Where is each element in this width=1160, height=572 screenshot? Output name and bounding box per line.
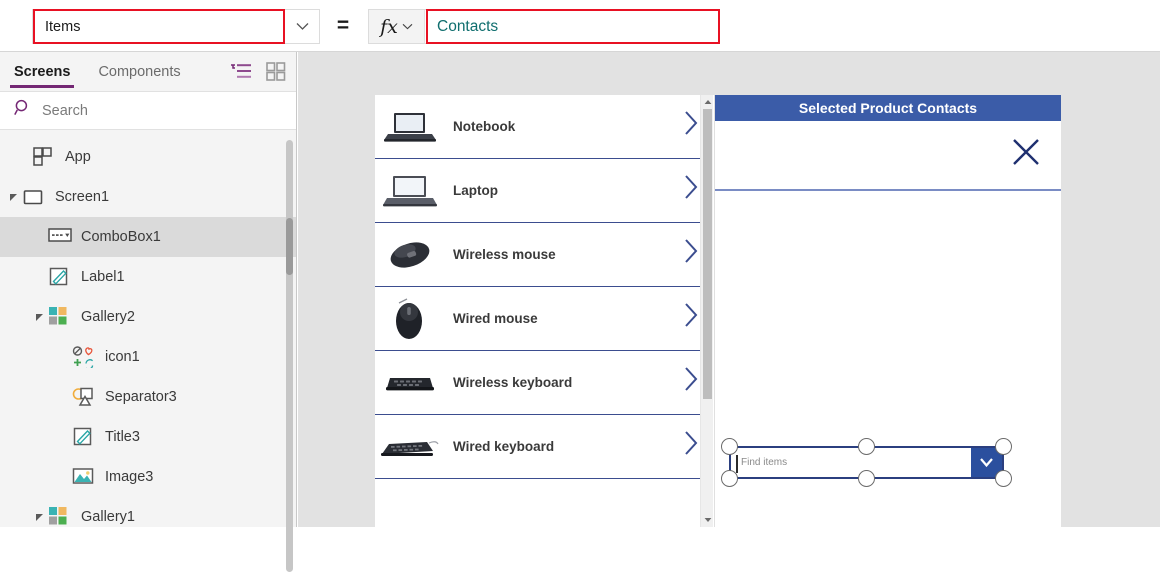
wired-keyboard-thumb (379, 423, 441, 471)
tree-item-label: Separator3 (105, 389, 177, 405)
gallery-row-title: Laptop (453, 183, 498, 198)
scroll-up-arrow-icon[interactable] (701, 95, 713, 109)
tree-item-app[interactable]: App (0, 137, 296, 177)
tree-item-label: Screen1 (55, 189, 110, 205)
tab-components[interactable]: Components (84, 52, 194, 92)
product-gallery[interactable]: Notebook Laptop Wireless mouse Wired mou… (375, 95, 713, 527)
chevron-down-icon (402, 21, 413, 33)
combobox-selection-wrap: Find items (721, 438, 1012, 487)
wireless-keyboard-thumb (379, 359, 441, 407)
tab-screens-label: Screens (14, 63, 71, 80)
gallery-row-title: Wired mouse (453, 311, 538, 326)
combobox-placeholder: Find items (741, 457, 788, 468)
tree-item-label: App (65, 149, 91, 165)
tree-item-label: icon1 (105, 349, 140, 365)
formula-value: Contacts (437, 17, 499, 35)
resize-handle-bottom-left[interactable] (721, 470, 738, 487)
tree-item-gallery2[interactable]: Gallery2 (0, 297, 296, 337)
canvas-area: Notebook Laptop Wireless mouse Wired mou… (298, 52, 1160, 527)
tree-item-icon1[interactable]: icon1 (0, 337, 296, 377)
formula-bar: Items = fx Contacts (0, 0, 1160, 52)
gallery-row[interactable]: Wireless mouse (375, 223, 713, 287)
tab-screens[interactable]: Screens (0, 52, 84, 92)
label-icon (72, 426, 96, 448)
component-tree: App Screen1 ComboBox1 Label1 Gallery2 ic… (0, 131, 296, 527)
label-icon (48, 266, 72, 288)
gallery-row-title: Notebook (453, 119, 516, 134)
scroll-down-arrow-icon[interactable] (701, 513, 713, 527)
left-sidebar: Screens Components Search App Screen1 Co… (0, 52, 297, 572)
tree-item-title3[interactable]: Title3 (0, 417, 296, 457)
gallery-row[interactable]: Laptop (375, 159, 713, 223)
tree-item-combobox1[interactable]: ComboBox1 (0, 217, 296, 257)
property-selector[interactable]: Items (32, 9, 320, 44)
resize-handle-bottom-center[interactable] (858, 470, 875, 487)
tree-item-gallery1[interactable]: Gallery1 (0, 497, 296, 527)
laptop-thumb (379, 167, 441, 215)
search-placeholder: Search (42, 102, 88, 119)
gallery-row[interactable]: Wired keyboard (375, 415, 713, 479)
tree-item-label: Gallery2 (81, 309, 135, 325)
image-icon (72, 466, 96, 488)
tree-item-label: Title3 (105, 429, 140, 445)
app-screen: Notebook Laptop Wireless mouse Wired mou… (375, 95, 1061, 527)
grid-view-icon[interactable] (266, 62, 288, 82)
tree-item-label: Gallery1 (81, 509, 135, 525)
resize-handle-top-center[interactable] (858, 438, 875, 455)
screen-icon (22, 186, 46, 208)
notebook-thumb (379, 103, 441, 151)
chevron-down-icon[interactable] (285, 22, 319, 31)
tree-item-label: Image3 (105, 469, 154, 485)
panel-header: Selected Product Contacts (715, 95, 1061, 121)
gallery-row[interactable]: Wireless keyboard (375, 351, 713, 415)
fx-button[interactable]: fx (369, 10, 425, 43)
tree-caret-expanded[interactable] (30, 313, 48, 322)
gallery-row-title: Wireless mouse (453, 247, 556, 262)
combobox-icon (48, 226, 72, 248)
tree-item-screen1[interactable]: Screen1 (0, 177, 296, 217)
tree-item-label: ComboBox1 (81, 229, 161, 245)
tree-caret-expanded[interactable] (4, 193, 22, 202)
tree-item-label1[interactable]: Label1 (0, 257, 296, 297)
tree-item-label: Label1 (81, 269, 125, 285)
gallery-row[interactable]: Wired mouse (375, 287, 713, 351)
text-cursor (736, 455, 738, 473)
shapes-icon (72, 386, 96, 408)
search-icon (14, 99, 32, 122)
gallery-row-title: Wired keyboard (453, 439, 555, 454)
fx-label: fx (380, 15, 398, 38)
tree-caret-expanded[interactable] (30, 513, 48, 522)
property-value: Items (45, 18, 81, 35)
tree-item-image3[interactable]: Image3 (0, 457, 296, 497)
gallery-scrollbar[interactable] (700, 95, 713, 527)
gallery-row[interactable]: Notebook (375, 95, 713, 159)
tab-components-label: Components (98, 63, 181, 80)
formula-input[interactable]: Contacts (426, 9, 720, 44)
panel-title: Selected Product Contacts (798, 100, 978, 116)
sidebar-tabbar: Screens Components (0, 52, 296, 92)
resize-handle-bottom-right[interactable] (995, 470, 1012, 487)
wired-mouse-thumb (379, 295, 441, 343)
resize-handle-top-left[interactable] (721, 438, 738, 455)
search-box[interactable]: Search (0, 92, 296, 130)
gallery-row-title: Wireless keyboard (453, 375, 573, 390)
sidebar-scrollbar[interactable] (286, 140, 293, 572)
property-input[interactable]: Items (33, 9, 285, 44)
panel-top-section (715, 121, 1061, 191)
icons-icon (72, 346, 96, 370)
gallery-scrollbar-thumb[interactable] (703, 109, 712, 399)
tree-item-separator3[interactable]: Separator3 (0, 377, 296, 417)
gallery-icon (48, 506, 72, 527)
gallery-icon (48, 306, 72, 328)
filter-list-icon[interactable] (230, 62, 252, 82)
equals-sign: = (336, 14, 350, 37)
app-icon (32, 146, 56, 168)
resize-handle-top-right[interactable] (995, 438, 1012, 455)
close-icon[interactable] (1011, 137, 1041, 167)
sidebar-scrollbar-thumb[interactable] (286, 218, 293, 275)
sidebar-tools (230, 52, 288, 92)
wireless-mouse-thumb (379, 231, 441, 279)
